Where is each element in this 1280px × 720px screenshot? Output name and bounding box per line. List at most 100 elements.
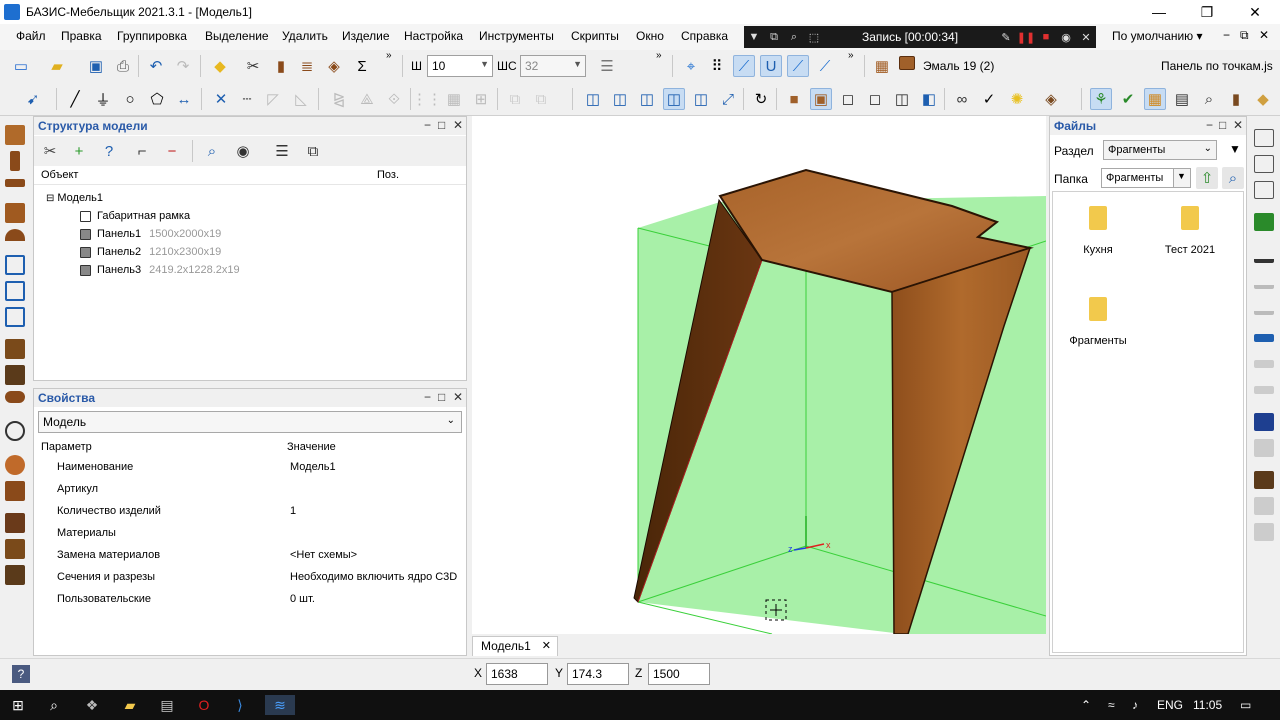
stack-icon[interactable]: ≣ [296, 55, 318, 77]
groove-icon[interactable] [1254, 413, 1274, 431]
check-icon[interactable]: ✓ [978, 88, 1000, 110]
panel-minimize-icon[interactable]: − [424, 390, 431, 404]
volume-icon[interactable]: ♪ [1132, 698, 1138, 712]
overflow-chevron-icon[interactable]: » [656, 50, 662, 61]
camera-icon[interactable]: ◉ [1056, 31, 1076, 44]
table-icon[interactable]: ▦ [1144, 88, 1166, 110]
script-name[interactable]: Панель по точкам.js [1161, 59, 1273, 73]
tree-icon[interactable]: ⚘ [1090, 88, 1112, 110]
ruler-icon[interactable] [1254, 245, 1274, 263]
remove-icon[interactable]: − [161, 140, 183, 162]
tab-close-icon[interactable]: ✕ [542, 639, 551, 652]
folder-search-icon[interactable]: ⌕ [1222, 167, 1244, 189]
sheet-icon[interactable] [1254, 129, 1274, 147]
render-wire-icon[interactable]: ◻ [837, 88, 859, 110]
eraser-icon[interactable]: ◆ [1252, 88, 1274, 110]
render-textured-icon[interactable]: ■ [783, 88, 805, 110]
polyline-icon[interactable]: ⏚ [92, 88, 114, 110]
notifications-icon[interactable]: ▭ [1240, 698, 1251, 712]
sheets-icon[interactable] [1254, 181, 1274, 199]
search-icon[interactable]: ⌕ [44, 695, 64, 715]
cabinet-tool-icon[interactable] [5, 125, 25, 145]
fastener-icon[interactable] [1254, 471, 1274, 489]
menu-edit[interactable]: Правка [61, 29, 102, 43]
menu-product[interactable]: Изделие [342, 29, 390, 43]
rotate-shape-icon[interactable]: ⟁ [356, 88, 378, 110]
folder-kitchen[interactable]: Кухня [1053, 206, 1143, 256]
hardware-icon[interactable] [5, 421, 25, 441]
new-file-icon[interactable]: ▭ [10, 55, 32, 77]
menu-window[interactable]: Окно [636, 29, 664, 43]
model-3d-scene[interactable]: x z [472, 116, 1046, 634]
sum-icon[interactable]: Σ [351, 55, 373, 77]
width2-field[interactable]: 32 ▼ [520, 55, 586, 77]
panel-restore-icon[interactable]: □ [438, 390, 445, 404]
scale-icon[interactable]: ⟐ [383, 88, 405, 110]
scissors-icon[interactable]: ✂ [242, 55, 264, 77]
extrude-icon[interactable] [5, 513, 25, 533]
prop-sections-value[interactable]: Необходимо включить ядро C3D [290, 571, 457, 583]
shelf-icon[interactable] [5, 339, 25, 359]
language-indicator[interactable]: ENG [1157, 698, 1183, 712]
snap-line-icon[interactable]: ⟋ [733, 55, 755, 77]
tab-model1[interactable]: Модель1 ✕ [472, 636, 558, 656]
menu-tools[interactable]: Инструменты [479, 29, 554, 43]
find-icon[interactable]: ⌕ [201, 140, 223, 162]
render-hidden-icon[interactable]: ◻ [864, 88, 886, 110]
menu-delete[interactable]: Удалить [282, 29, 328, 43]
save-icon[interactable]: ▣ [85, 55, 107, 77]
app-icon[interactable]: ▤ [157, 695, 177, 715]
vertical-divider-icon[interactable] [5, 281, 25, 301]
profile-icon[interactable] [5, 255, 25, 275]
fillet-icon[interactable]: ◸ [262, 88, 284, 110]
panel-restore-icon[interactable]: □ [1219, 118, 1226, 132]
snap-node-icon[interactable]: ⟋ [814, 55, 836, 77]
layers-icon[interactable]: ☰ [596, 55, 618, 77]
material-name[interactable]: Эмаль 19 (2) [923, 59, 994, 73]
front-panel-icon[interactable] [5, 203, 25, 223]
zoom-icon[interactable]: ⌕ [784, 31, 804, 44]
network-icon[interactable]: ≈ [1108, 698, 1115, 712]
help-icon[interactable]: ? [12, 665, 30, 683]
close-icon[interactable]: ✕ [1076, 31, 1096, 44]
prop-material-replace-value[interactable]: <Нет схемы> [290, 549, 357, 561]
pen-icon[interactable]: ✎ [996, 31, 1016, 44]
collapse-icon[interactable]: ⊟ [46, 193, 54, 204]
view-iso2-icon[interactable]: ◫ [690, 88, 712, 110]
mirror-icon[interactable]: ⧎ [328, 88, 350, 110]
horizontal-divider-icon[interactable] [5, 307, 25, 327]
vertical-panel-icon[interactable] [10, 151, 20, 171]
edge-band-icon[interactable] [1254, 334, 1274, 342]
snap-points-icon[interactable]: ⌖ [680, 55, 702, 77]
tree-root[interactable]: ⊟ Модель1 [46, 192, 103, 204]
mdi-minimize-button[interactable]: − [1223, 28, 1230, 42]
folder-dropdown-icon[interactable]: ▼ [1173, 168, 1191, 188]
box-icon[interactable]: ◈ [323, 55, 345, 77]
line-icon[interactable]: ╱ [64, 88, 86, 110]
workspace-selector[interactable]: По умолчанию ▾ [1112, 29, 1203, 43]
zoom-extents-icon[interactable]: ⤢ [717, 88, 739, 110]
overflow-chevron-icon[interactable]: » [848, 50, 854, 61]
panel-close-icon[interactable]: ✕ [1233, 118, 1243, 132]
tray-chevron-icon[interactable]: ⌃ [1081, 698, 1091, 712]
opera-icon[interactable]: O [194, 695, 214, 715]
checklist-icon[interactable]: ✔ [1117, 88, 1139, 110]
panel-icon[interactable]: ▮ [270, 55, 292, 77]
print-icon[interactable]: ⎙ [112, 55, 134, 77]
stop-icon[interactable]: ■ [1036, 31, 1056, 43]
render-section-icon[interactable]: ◧ [918, 88, 940, 110]
pause-icon[interactable]: ❚❚ [1016, 31, 1036, 44]
highlight-icon[interactable]: ◆ [209, 55, 231, 77]
panel-restore-icon[interactable]: □ [438, 118, 445, 132]
eye-icon[interactable]: ◉ [232, 140, 254, 162]
dropdown-icon[interactable]: ▼ [744, 31, 764, 43]
start-icon[interactable]: ⊞ [8, 695, 28, 715]
binoculars-icon[interactable]: ∞ [951, 88, 973, 110]
menu-group[interactable]: Группировка [117, 29, 187, 43]
align-icon[interactable]: ⊞ [470, 88, 492, 110]
list-icon[interactable]: ☰ [271, 140, 293, 162]
menu-settings[interactable]: Настройка [404, 29, 463, 43]
group-icon[interactable]: ⧉ [302, 140, 324, 162]
snap-edge-icon[interactable]: ⟋ [787, 55, 809, 77]
polygon-icon[interactable]: ⬠ [146, 88, 168, 110]
